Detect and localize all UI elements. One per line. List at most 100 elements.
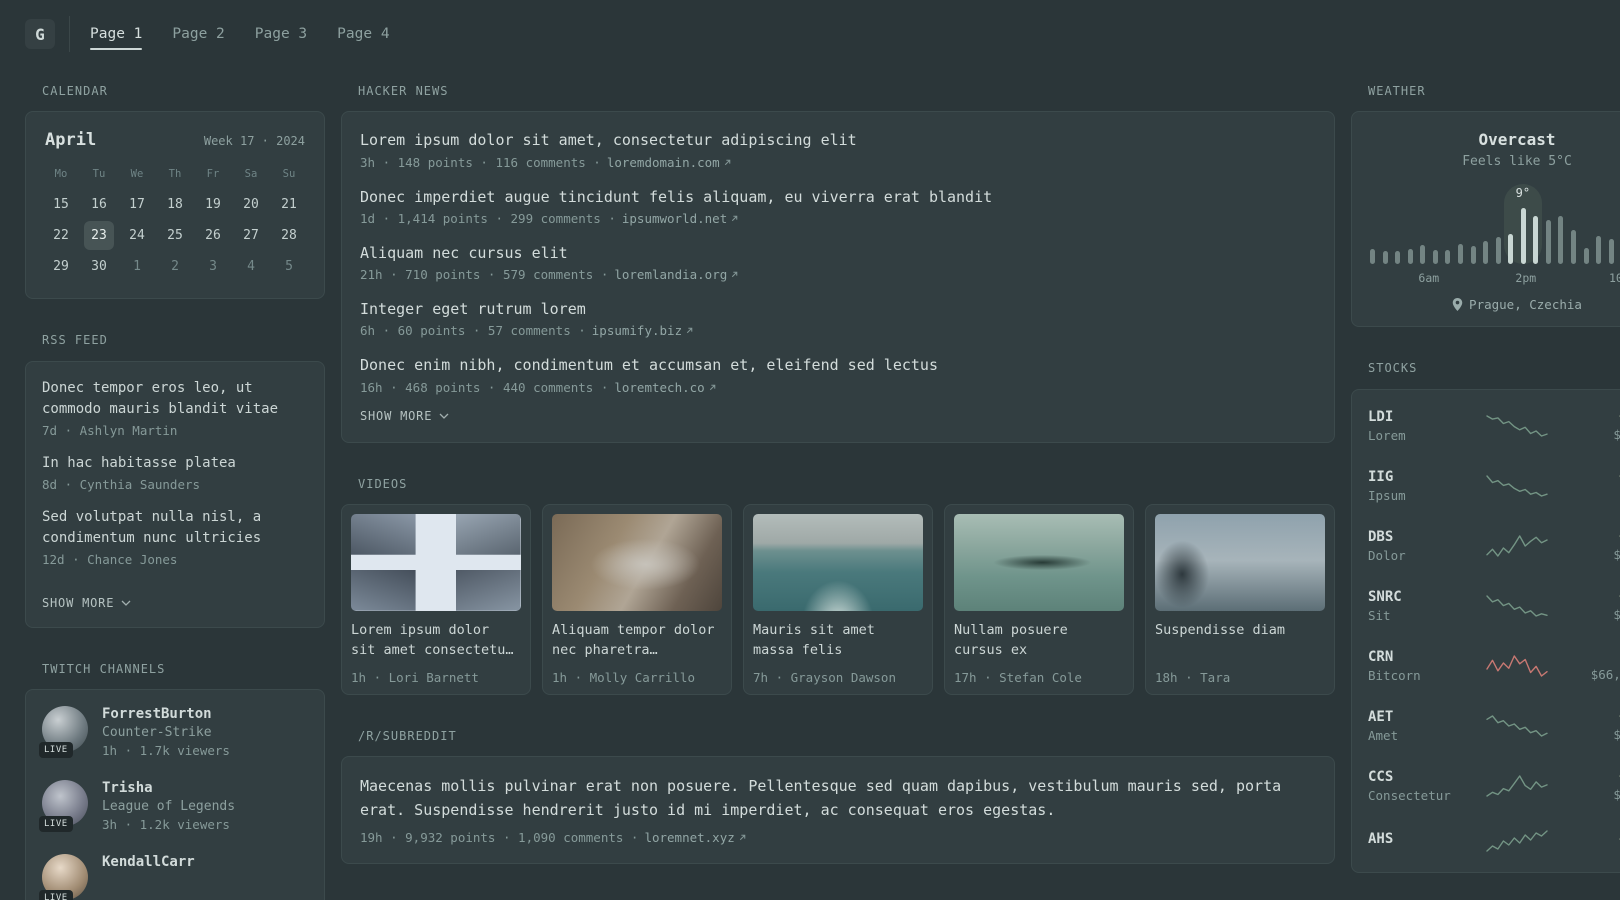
stock-name: Dolor xyxy=(1368,547,1406,563)
stock-sparkline xyxy=(1485,829,1549,853)
weather-condition: Overcast xyxy=(1478,130,1556,150)
video-title: Mauris sit amet massa felis xyxy=(753,622,875,658)
stock-row[interactable]: SNRC Sit +1.36% $148.64 xyxy=(1368,576,1620,636)
calendar-date[interactable]: 22 xyxy=(46,221,76,250)
weather-location[interactable]: Prague, Czechia xyxy=(1370,297,1620,312)
weather-bar xyxy=(1583,248,1589,265)
hn-domain-link[interactable]: loremtech.co xyxy=(614,380,716,395)
calendar-day-headers: Mo Tu We Th Fr Sa Su xyxy=(42,162,308,189)
calendar-date[interactable]: 28 xyxy=(274,221,304,250)
hn-story-title[interactable]: Lorem ipsum dolor sit amet, consectetur … xyxy=(360,131,857,149)
stock-id: LDI Lorem xyxy=(1368,409,1473,443)
stock-row[interactable]: LDI Lorem +4.35% $795.18 xyxy=(1368,396,1620,456)
calendar-date-next-month[interactable]: 2 xyxy=(160,252,190,281)
calendar-date[interactable]: 21 xyxy=(274,190,304,219)
calendar-date[interactable]: 15 xyxy=(46,190,76,219)
stock-row[interactable]: IIG Ipsum +2.84% $42.04 xyxy=(1368,456,1620,516)
calendar-date[interactable]: 20 xyxy=(236,190,266,219)
stock-id: CCS Consectetur xyxy=(1368,769,1473,803)
hn-story-title[interactable]: Aliquam nec cursus elit xyxy=(360,244,568,262)
calendar-date[interactable]: 18 xyxy=(160,190,190,219)
rss-item[interactable]: In hac habitasse platea 8d · Cynthia Sau… xyxy=(42,453,308,492)
stock-name: Ipsum xyxy=(1368,487,1406,503)
calendar-date[interactable]: 24 xyxy=(122,221,152,250)
twitch-channel[interactable]: LIVE ForrestBurton Counter-Strike 1h · 1… xyxy=(39,706,308,759)
stock-row[interactable]: AHS +0.46% xyxy=(1368,816,1620,866)
hn-meta-text: 3h · 148 points · 116 comments · xyxy=(360,154,601,170)
hacker-news-card: Lorem ipsum dolor sit amet, consectetur … xyxy=(341,111,1335,443)
stock-name: Consectetur xyxy=(1368,787,1451,803)
video-card[interactable]: Mauris sit amet massa felis 7h · Grayson… xyxy=(743,504,933,696)
calendar-date[interactable]: 29 xyxy=(46,252,76,281)
twitch-channel-info: Trisha League of Legends 3h · 1.2k viewe… xyxy=(102,780,235,832)
stock-id: CRN Bitcorn xyxy=(1368,649,1473,683)
calendar-date[interactable]: 25 xyxy=(160,221,190,250)
video-card[interactable]: Suspendisse diam 18h · Tara xyxy=(1145,504,1335,696)
calendar-date-next-month[interactable]: 3 xyxy=(198,252,228,281)
hn-story-title[interactable]: Integer eget rutrum lorem xyxy=(360,300,586,318)
rss-item-title: Donec tempor eros leo, ut commodo mauris… xyxy=(42,379,279,417)
tab-page-3[interactable]: Page 3 xyxy=(255,16,307,52)
video-card[interactable]: Aliquam tempor dolor nec pharetra… 1h · … xyxy=(542,504,732,696)
hn-domain-link[interactable]: loremdomain.com xyxy=(607,155,732,170)
weather-bar xyxy=(1558,216,1564,265)
weather-bar xyxy=(1520,208,1526,265)
hn-domain-link[interactable]: loremlandia.org xyxy=(614,267,739,282)
hn-domain-link[interactable]: ipsumify.biz xyxy=(592,323,694,338)
hn-story-title[interactable]: Donec imperdiet augue tincidunt felis al… xyxy=(360,188,992,206)
stock-row[interactable]: CCS Consectetur +0.51% $165.84 xyxy=(1368,756,1620,816)
external-link-icon xyxy=(739,834,746,841)
hn-story-title[interactable]: Donec enim nibh, condimentum et accumsan… xyxy=(360,356,938,374)
tab-page-4[interactable]: Page 4 xyxy=(337,16,389,52)
twitch-widget: TWITCH CHANNELS LIVE ForrestBurton Count… xyxy=(25,662,325,900)
stock-sparkline xyxy=(1485,414,1549,438)
twitch-channel[interactable]: LIVE KendallCarr xyxy=(39,854,308,900)
calendar-date-next-month[interactable]: 4 xyxy=(236,252,266,281)
subreddit-domain-link[interactable]: loremnet.xyz xyxy=(644,830,746,845)
calendar-date-selected[interactable]: 23 xyxy=(84,221,114,251)
app-logo[interactable]: G xyxy=(25,19,55,49)
rss-item[interactable]: Donec tempor eros leo, ut commodo mauris… xyxy=(42,378,308,438)
calendar-date-next-month[interactable]: 1 xyxy=(122,252,152,281)
twitch-channel-category: League of Legends xyxy=(102,799,236,815)
hacker-news-widget: HACKER NEWS Lorem ipsum dolor sit amet, … xyxy=(341,84,1335,443)
stock-change: +4.35% xyxy=(1561,409,1620,424)
video-card[interactable]: Nullam posuere cursus ex 17h · Stefan Co… xyxy=(944,504,1134,696)
stock-row[interactable]: AET Amet +0.92% $499.72 xyxy=(1368,696,1620,756)
calendar-date[interactable]: 27 xyxy=(236,221,266,250)
stock-sparkline xyxy=(1485,534,1549,558)
stock-ticker: SNRC xyxy=(1368,588,1402,605)
hn-show-more-button[interactable]: SHOW MORE xyxy=(360,409,449,423)
rss-item[interactable]: Sed volutpat nulla nisl, a condimentum n… xyxy=(42,507,308,567)
stock-values: +0.51% $165.84 xyxy=(1561,769,1620,802)
video-card[interactable]: Lorem ipsum dolor sit amet consectetu… 1… xyxy=(341,504,531,696)
stock-row[interactable]: CRN Bitcorn -1.00% $66,171.48 xyxy=(1368,636,1620,696)
tab-page-2[interactable]: Page 2 xyxy=(172,16,224,52)
calendar-date[interactable]: 26 xyxy=(198,221,228,250)
calendar-date[interactable]: 17 xyxy=(122,190,152,219)
avatar-wrap: LIVE xyxy=(39,706,88,759)
calendar-week-year: Week 17 · 2024 xyxy=(203,134,305,149)
hn-meta-text: 16h · 468 points · 440 comments · xyxy=(360,379,609,395)
calendar-card: April Week 17 · 2024 Mo Tu We Th Fr Sa S… xyxy=(25,111,325,300)
day-header: Tu xyxy=(92,168,106,181)
stock-row[interactable]: DBS Dolor +1.42% $156.28 xyxy=(1368,516,1620,576)
videos-row: Lorem ipsum dolor sit amet consectetu… 1… xyxy=(341,504,1335,696)
stock-values: +0.46% xyxy=(1561,832,1620,850)
chevron-down-icon xyxy=(121,600,131,606)
weather-hourly-chart: 9° xyxy=(1370,184,1620,265)
calendar-date[interactable]: 19 xyxy=(198,190,228,219)
stock-change: +2.84% xyxy=(1561,469,1620,484)
twitch-channel[interactable]: LIVE Trisha League of Legends 3h · 1.2k … xyxy=(39,780,308,833)
rss-show-more-button[interactable]: SHOW MORE xyxy=(42,596,131,610)
hn-domain-link[interactable]: ipsumworld.net xyxy=(622,211,739,226)
stock-ticker: AHS xyxy=(1368,831,1394,848)
calendar-date[interactable]: 30 xyxy=(84,252,114,281)
subreddit-post-text[interactable]: Maecenas mollis pulvinar erat non posuer… xyxy=(360,777,1281,818)
tab-page-1[interactable]: Page 1 xyxy=(90,16,143,52)
external-link-icon xyxy=(686,328,693,334)
calendar-date-next-month[interactable]: 5 xyxy=(274,252,304,281)
calendar-date[interactable]: 16 xyxy=(84,190,114,219)
stock-sparkline xyxy=(1485,474,1549,498)
stock-sparkline xyxy=(1485,594,1549,618)
